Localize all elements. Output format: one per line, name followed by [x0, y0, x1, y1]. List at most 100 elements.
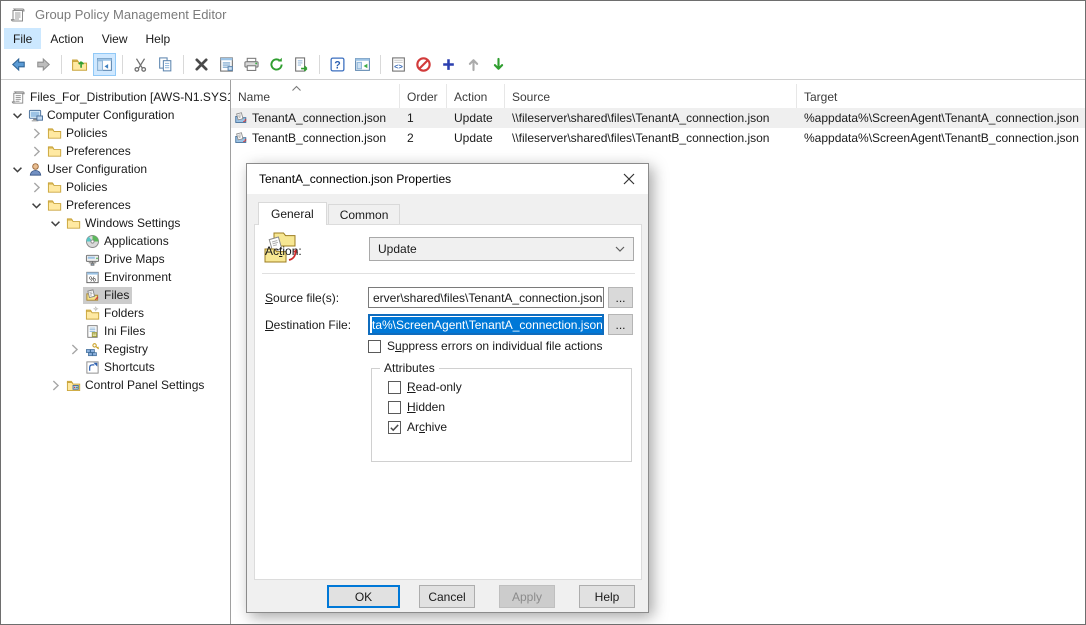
list-row[interactable]: TenantB_connection.json2Update\\fileserv… [231, 128, 1085, 148]
destination-browse-button[interactable]: ... [608, 314, 633, 335]
tree-item-folders[interactable]: Folders [83, 305, 147, 322]
tree-item-preferences[interactable]: Preferences [45, 197, 134, 214]
block-icon [415, 56, 432, 73]
tree-item: Applications [1, 232, 230, 250]
add-icon[interactable] [437, 53, 460, 76]
column-header-label: Source [512, 90, 550, 104]
tree-item-applications[interactable]: Applications [83, 233, 172, 250]
chevron-right-icon[interactable] [28, 179, 45, 195]
dialog-titlebar[interactable]: TenantA_connection.json Properties [247, 164, 648, 194]
properties-icon[interactable] [215, 53, 238, 76]
chevron-right-icon[interactable] [28, 125, 45, 141]
column-header-order[interactable]: Order [400, 84, 447, 108]
console-tree-toggle-icon[interactable] [93, 53, 116, 76]
show-window-icon[interactable] [351, 53, 374, 76]
tree-item-policies[interactable]: Policies [45, 179, 110, 196]
menu-help[interactable]: Help [137, 28, 180, 49]
xml-report-icon[interactable]: <> [387, 53, 410, 76]
chevron-right-icon[interactable] [66, 341, 83, 357]
chevron-down-icon [615, 246, 625, 253]
copy-icon[interactable] [154, 53, 177, 76]
tree-item-files-for-distribution-aws-n1-[interactable]: Files_For_Distribution [AWS-N1.SYS12 [9, 89, 231, 106]
tree-item-user-configuration[interactable]: User Configuration [26, 161, 150, 178]
drive-maps-icon [85, 252, 100, 267]
tree-item-control-panel-settings[interactable]: Control Panel Settings [64, 377, 207, 394]
chevron-right-icon[interactable] [28, 143, 45, 159]
print-icon[interactable] [240, 53, 263, 76]
checkbox-icon[interactable] [388, 381, 401, 394]
tree-item: Preferences [1, 196, 230, 214]
back-icon[interactable] [7, 53, 30, 76]
block-icon[interactable] [412, 53, 435, 76]
tree-item-windows-settings[interactable]: Windows Settings [64, 215, 183, 232]
window-titlebar[interactable]: Group Policy Management Editor [1, 1, 1085, 28]
attribute-label: Read-only [407, 380, 462, 394]
tree-item-preferences[interactable]: Preferences [45, 143, 134, 160]
tree-item-environment[interactable]: %Environment [83, 269, 174, 286]
up-one-level-icon [71, 56, 88, 73]
folder-icon [47, 198, 62, 213]
registry-icon [85, 342, 100, 357]
checkbox-icon[interactable] [368, 340, 381, 353]
chevron-down-icon[interactable] [9, 107, 26, 123]
chevron-slot [66, 251, 83, 267]
up-one-level-icon[interactable] [68, 53, 91, 76]
list-row[interactable]: TenantA_connection.json1Update\\fileserv… [231, 108, 1085, 128]
source-file-input[interactable]: erver\shared\files\TenantA_connection.js… [368, 287, 604, 308]
column-header-label: Order [407, 90, 438, 104]
chevron-slot [66, 359, 83, 375]
suppress-errors-checkbox[interactable]: Suppress errors on individual file actio… [368, 339, 602, 353]
tree-item-computer-configuration[interactable]: Computer Configuration [26, 107, 177, 124]
files-icon [85, 288, 100, 303]
checkbox-checked-icon[interactable] [388, 421, 401, 434]
chevron-down-icon[interactable] [47, 215, 64, 231]
chevron-down-icon[interactable] [28, 197, 45, 213]
tree-item-drive-maps[interactable]: Drive Maps [83, 251, 168, 268]
source-browse-button[interactable]: ... [608, 287, 633, 308]
column-header-source[interactable]: Source [505, 84, 797, 108]
tree-item-shortcuts[interactable]: Shortcuts [83, 359, 158, 376]
chevron-down-icon[interactable] [9, 161, 26, 177]
checkbox-icon[interactable] [388, 401, 401, 414]
attribute-read-only[interactable]: Read-only [388, 379, 631, 395]
tab-common[interactable]: Common [328, 204, 401, 225]
export-list-icon[interactable] [290, 53, 313, 76]
chevron-slot [66, 233, 83, 249]
help-button[interactable]: Help [579, 585, 635, 608]
cut-icon[interactable] [129, 53, 152, 76]
tree-item-files[interactable]: Files [83, 287, 132, 304]
tree-item: Windows Settings [1, 214, 230, 232]
tree-item-label: Registry [104, 342, 148, 357]
tree-item: Policies [1, 178, 230, 196]
chevron-right-icon[interactable] [47, 377, 64, 393]
destination-file-input[interactable]: ta%\ScreenAgent\TenantA_connection.json [368, 314, 604, 335]
attributes-title: Attributes [380, 361, 439, 375]
attribute-label: Hidden [407, 400, 445, 414]
cancel-button[interactable]: Cancel [419, 585, 475, 608]
refresh-icon[interactable] [265, 53, 288, 76]
tree-item-policies[interactable]: Policies [45, 125, 110, 142]
move-down-icon[interactable] [487, 53, 510, 76]
attribute-label: Archive [407, 420, 447, 434]
help-icon[interactable]: ? [326, 53, 349, 76]
add-icon [440, 56, 457, 73]
column-header-name[interactable]: Name [231, 84, 400, 108]
tree-item-registry[interactable]: Registry [83, 341, 151, 358]
column-header-action[interactable]: Action [447, 84, 505, 108]
tab-general[interactable]: General [258, 202, 327, 225]
tree-item: Preferences [1, 142, 230, 160]
tree-item-label: Drive Maps [104, 252, 165, 267]
cell-source: \\fileserver\shared\files\TenantA_connec… [505, 111, 797, 125]
menu-action[interactable]: Action [41, 28, 92, 49]
menu-file[interactable]: File [4, 28, 41, 49]
ok-button[interactable]: OK [327, 585, 400, 608]
close-icon[interactable] [610, 164, 648, 194]
delete-icon[interactable] [190, 53, 213, 76]
menu-view[interactable]: View [93, 28, 137, 49]
attribute-archive[interactable]: Archive [388, 419, 631, 435]
action-dropdown[interactable]: Update [369, 237, 634, 261]
attribute-hidden[interactable]: Hidden [388, 399, 631, 415]
tree-item-ini-files[interactable]: Ini Files [83, 323, 148, 340]
column-header-target[interactable]: Target [797, 84, 1085, 108]
apply-button[interactable]: Apply [499, 585, 555, 608]
